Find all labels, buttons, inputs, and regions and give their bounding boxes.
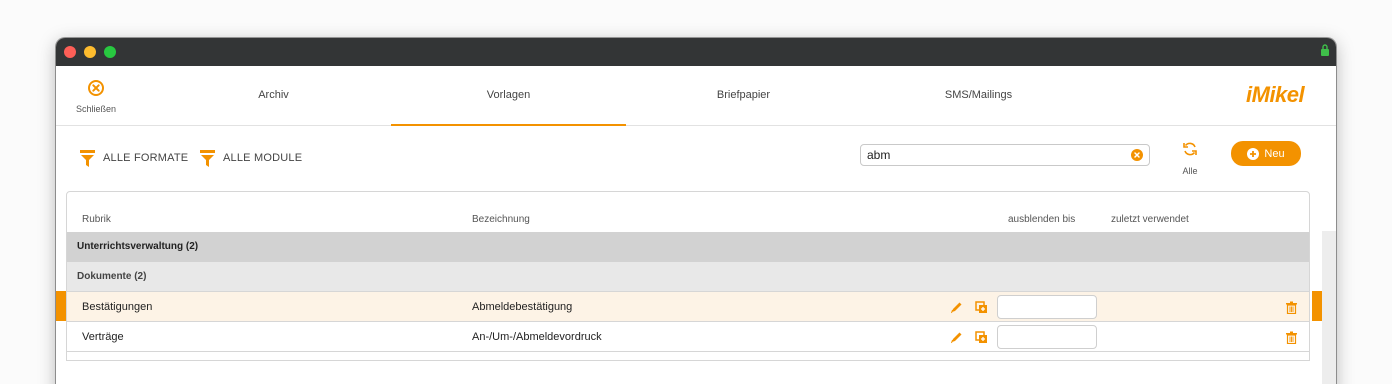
title-bar xyxy=(56,38,1336,66)
new-button[interactable]: Neu xyxy=(1231,141,1301,166)
search-box xyxy=(860,144,1150,166)
close-window-button[interactable] xyxy=(64,46,76,58)
toolbar: ALLE FORMATE ALLE MODULE abm Alle Neu xyxy=(56,127,1336,191)
desktop: Schließen Archiv Vorlagen Briefpapier SM… xyxy=(0,0,1392,384)
selected-row-marker-left xyxy=(56,291,66,321)
refresh-label: Alle xyxy=(1182,166,1198,176)
filter-modules-button[interactable]: ALLE MODULE xyxy=(200,149,302,167)
funnel-icon xyxy=(200,149,215,167)
plus-circle-icon xyxy=(1247,147,1260,160)
cell-bezeichnung: An-/Um-/Abmeldevordruck xyxy=(472,331,602,343)
close-circle-icon xyxy=(88,80,104,96)
column-header-ausblenden-bis[interactable]: ausblenden bis xyxy=(1008,214,1075,225)
table-header: Rubrik Bezeichnung ausblenden bis zuletz… xyxy=(67,192,1309,232)
search-input[interactable] xyxy=(861,145,1121,165)
cell-rubrik: Bestätigungen xyxy=(82,301,153,313)
app-logo: iMikel xyxy=(1236,80,1316,114)
top-navigation: Schließen Archiv Vorlagen Briefpapier SM… xyxy=(56,66,1336,126)
edit-pencil-icon[interactable] xyxy=(950,301,963,314)
templates-table: Rubrik Bezeichnung ausblenden bis zuletz… xyxy=(66,191,1310,361)
tab-vorlagen[interactable]: Vorlagen xyxy=(391,66,626,126)
edit-pencil-icon[interactable] xyxy=(950,331,963,344)
trash-icon[interactable] xyxy=(1285,301,1298,314)
column-header-zuletzt-verwendet[interactable]: zuletzt verwendet xyxy=(1111,214,1189,225)
filter-modules-label: ALLE MODULE xyxy=(223,152,303,164)
tab-sms-mailings[interactable]: SMS/Mailings xyxy=(861,66,1096,126)
lock-icon xyxy=(1321,44,1329,56)
selected-row-marker-right xyxy=(1312,291,1322,321)
refresh-icon xyxy=(1183,142,1197,156)
column-header-rubrik[interactable]: Rubrik xyxy=(82,214,111,225)
refresh-all-button[interactable]: Alle xyxy=(1170,141,1210,179)
tab-briefpapier[interactable]: Briefpapier xyxy=(626,66,861,126)
zoom-window-button[interactable] xyxy=(104,46,116,58)
close-button-label: Schließen xyxy=(75,104,117,114)
filter-formats-button[interactable]: ALLE FORMATE xyxy=(80,149,188,167)
tab-archiv[interactable]: Archiv xyxy=(156,66,391,126)
filter-formats-label: ALLE FORMATE xyxy=(103,152,189,164)
scrollbar-track[interactable] xyxy=(1322,231,1336,384)
clear-search-icon[interactable] xyxy=(1131,149,1143,161)
trash-icon[interactable] xyxy=(1285,331,1298,344)
funnel-icon xyxy=(80,149,95,167)
app-window: Schließen Archiv Vorlagen Briefpapier SM… xyxy=(56,38,1336,384)
group-header[interactable]: Unterrichtsverwaltung (2) xyxy=(67,232,1309,262)
table-row[interactable]: Bestätigungen Abmeldebestätigung xyxy=(67,292,1309,322)
minimize-window-button[interactable] xyxy=(84,46,96,58)
ausblenden-bis-input[interactable] xyxy=(997,325,1097,349)
column-header-bezeichnung[interactable]: Bezeichnung xyxy=(472,214,530,225)
new-button-label: Neu xyxy=(1264,147,1285,160)
close-button[interactable]: Schließen xyxy=(70,80,122,117)
cell-bezeichnung: Abmeldebestätigung xyxy=(472,301,573,313)
duplicate-icon[interactable] xyxy=(975,331,988,344)
duplicate-icon[interactable] xyxy=(975,301,988,314)
logo-text: iMikel xyxy=(1246,82,1305,107)
subgroup-header[interactable]: Dokumente (2) xyxy=(67,262,1309,292)
cell-rubrik: Verträge xyxy=(82,331,124,343)
table-row[interactable]: Verträge An-/Um-/Abmeldevordruck xyxy=(67,322,1309,352)
ausblenden-bis-input[interactable] xyxy=(997,295,1097,319)
